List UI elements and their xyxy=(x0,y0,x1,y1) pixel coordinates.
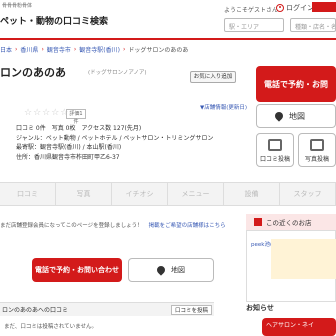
breadcrumb-current: ドッグサロンのあのあ xyxy=(128,46,189,54)
tab-recommend[interactable]: イチオシ xyxy=(112,183,168,205)
photo-post-button[interactable]: 写真投稿 xyxy=(298,133,336,167)
map-pin-icon xyxy=(273,110,285,122)
review-post-button[interactable]: 口コミ投稿 xyxy=(256,133,294,167)
keyword-search-input[interactable]: 種類・店名・名 xyxy=(290,18,336,32)
login-label: ログイン xyxy=(286,4,314,12)
reserve-call-button-small[interactable]: 電話で予約・お問い合わせ xyxy=(32,258,122,282)
reviews-title: ロンのあのあへの口コミ xyxy=(2,307,69,314)
user-icon xyxy=(276,4,284,12)
tab-facilities[interactable]: 設備 xyxy=(224,183,280,205)
login-link[interactable]: ログイン xyxy=(276,3,314,13)
review-label: 口コミ投稿 xyxy=(259,156,290,163)
reviews-header: ロンのあのあへの口コミ 口コミを投稿 xyxy=(0,302,214,316)
news-title: お知らせ xyxy=(246,304,274,312)
owner-notice: まだ店舗登録会員になってこのページを登録しましょう！ 掲載をご希望の店舗様はこちら xyxy=(0,221,226,229)
page-title: ロンのあのあ xyxy=(0,66,66,79)
map-button[interactable]: 地図 xyxy=(256,104,336,128)
notice-text: まだ店舗登録会員になってこのページを登録しましょう！ xyxy=(0,223,143,229)
camera-icon xyxy=(310,139,324,151)
welcome-text: ようこそゲストさん xyxy=(224,7,279,14)
breadcrumb-item[interactable]: 香川県 xyxy=(20,45,38,54)
chevron-right-icon: › xyxy=(15,45,18,53)
shop-info: 口コミ 0件 写真 0枚 アクセス数 127(先月) ジャンル：ペット動物 / … xyxy=(16,124,213,162)
header-divider xyxy=(0,38,336,40)
nearby-shops-title: この近くのお店 xyxy=(266,219,312,227)
chevron-right-icon: › xyxy=(122,45,126,53)
tab-photos[interactable]: 写真 xyxy=(56,183,112,205)
breadcrumb-item[interactable]: 観音寺市 xyxy=(47,45,71,54)
chevron-right-icon: › xyxy=(73,45,77,53)
listing-request-link[interactable]: 掲載をご希望の店舗様はこちら xyxy=(149,223,226,229)
chevron-right-icon: › xyxy=(41,45,44,53)
reviews-empty-text: まだ、口コミは投稿されていません。 xyxy=(4,324,98,330)
map-label: 地図 xyxy=(171,266,185,274)
shop-tabs: 口コミ 写真 イチオシ メニュー 設備 スタッフ xyxy=(0,182,336,206)
info-line: 最寄駅：観音寺駅(香川) / 本山駅(香川) xyxy=(16,144,122,151)
register-button[interactable] xyxy=(312,2,336,12)
tab-reviews[interactable]: 口コミ xyxy=(0,183,56,205)
add-favorite-button[interactable]: お気に入り追加 xyxy=(190,71,236,83)
header-tiny-text: 骨骨骨粉骨体 xyxy=(2,3,33,9)
shop-info-update-link[interactable]: ▼店舗情報(更新日) xyxy=(200,103,247,111)
map-label: 地図 xyxy=(289,111,305,121)
title-kana: (ドッグサロンノアノア) xyxy=(88,70,147,76)
rating-stars: ☆☆☆☆☆ xyxy=(24,108,70,118)
info-line: 口コミ 0件 写真 0枚 アクセス数 127(先月) xyxy=(16,125,142,132)
breadcrumb-item[interactable]: 日本 xyxy=(0,45,12,54)
shop-icon xyxy=(254,218,262,226)
tab-menu[interactable]: メニュー xyxy=(168,183,224,205)
photo-label: 写真投稿 xyxy=(304,156,329,163)
info-line: 住所：香川県観音寺市柞田町甲乙6-37 xyxy=(16,153,120,161)
breadcrumb-item[interactable]: 観音寺駅(香川) xyxy=(79,45,120,54)
tab-staff[interactable]: スタッフ xyxy=(280,183,336,205)
site-header: 骨骨骨粉骨体 ペット・動物の口コミ検索 ようこそゲストさん ログイン 駅・エリア… xyxy=(0,0,336,38)
evaluation-badge[interactable]: 評価1件 xyxy=(66,109,86,125)
nearby-shops-list: peek池(ペ xyxy=(246,230,336,302)
nearby-shop-thumb[interactable] xyxy=(271,239,336,279)
add-review-button[interactable]: 口コミを投稿 xyxy=(170,304,212,315)
info-line: ジャンル：ペット動物 / ペットホテル / ペットサロン・トリミングサロン xyxy=(16,134,214,142)
nearby-shops-header: この近くのお店 xyxy=(246,214,336,230)
reserve-call-button[interactable]: 電話で予約・お問 xyxy=(256,66,336,102)
area-search-input[interactable]: 駅・エリア xyxy=(224,18,284,32)
site-logo[interactable]: ペット・動物の口コミ検索 xyxy=(0,14,108,27)
review-icon xyxy=(268,139,282,151)
map-pin-icon xyxy=(155,264,167,276)
map-button-small[interactable]: 地図 xyxy=(128,258,214,282)
breadcrumb: 日本 › 香川県 › 観音寺市 › 観音寺駅(香川) › ドッグサロンのあのあ xyxy=(0,42,336,56)
news-item[interactable]: ヘアサロン・ネイ xyxy=(262,318,336,336)
